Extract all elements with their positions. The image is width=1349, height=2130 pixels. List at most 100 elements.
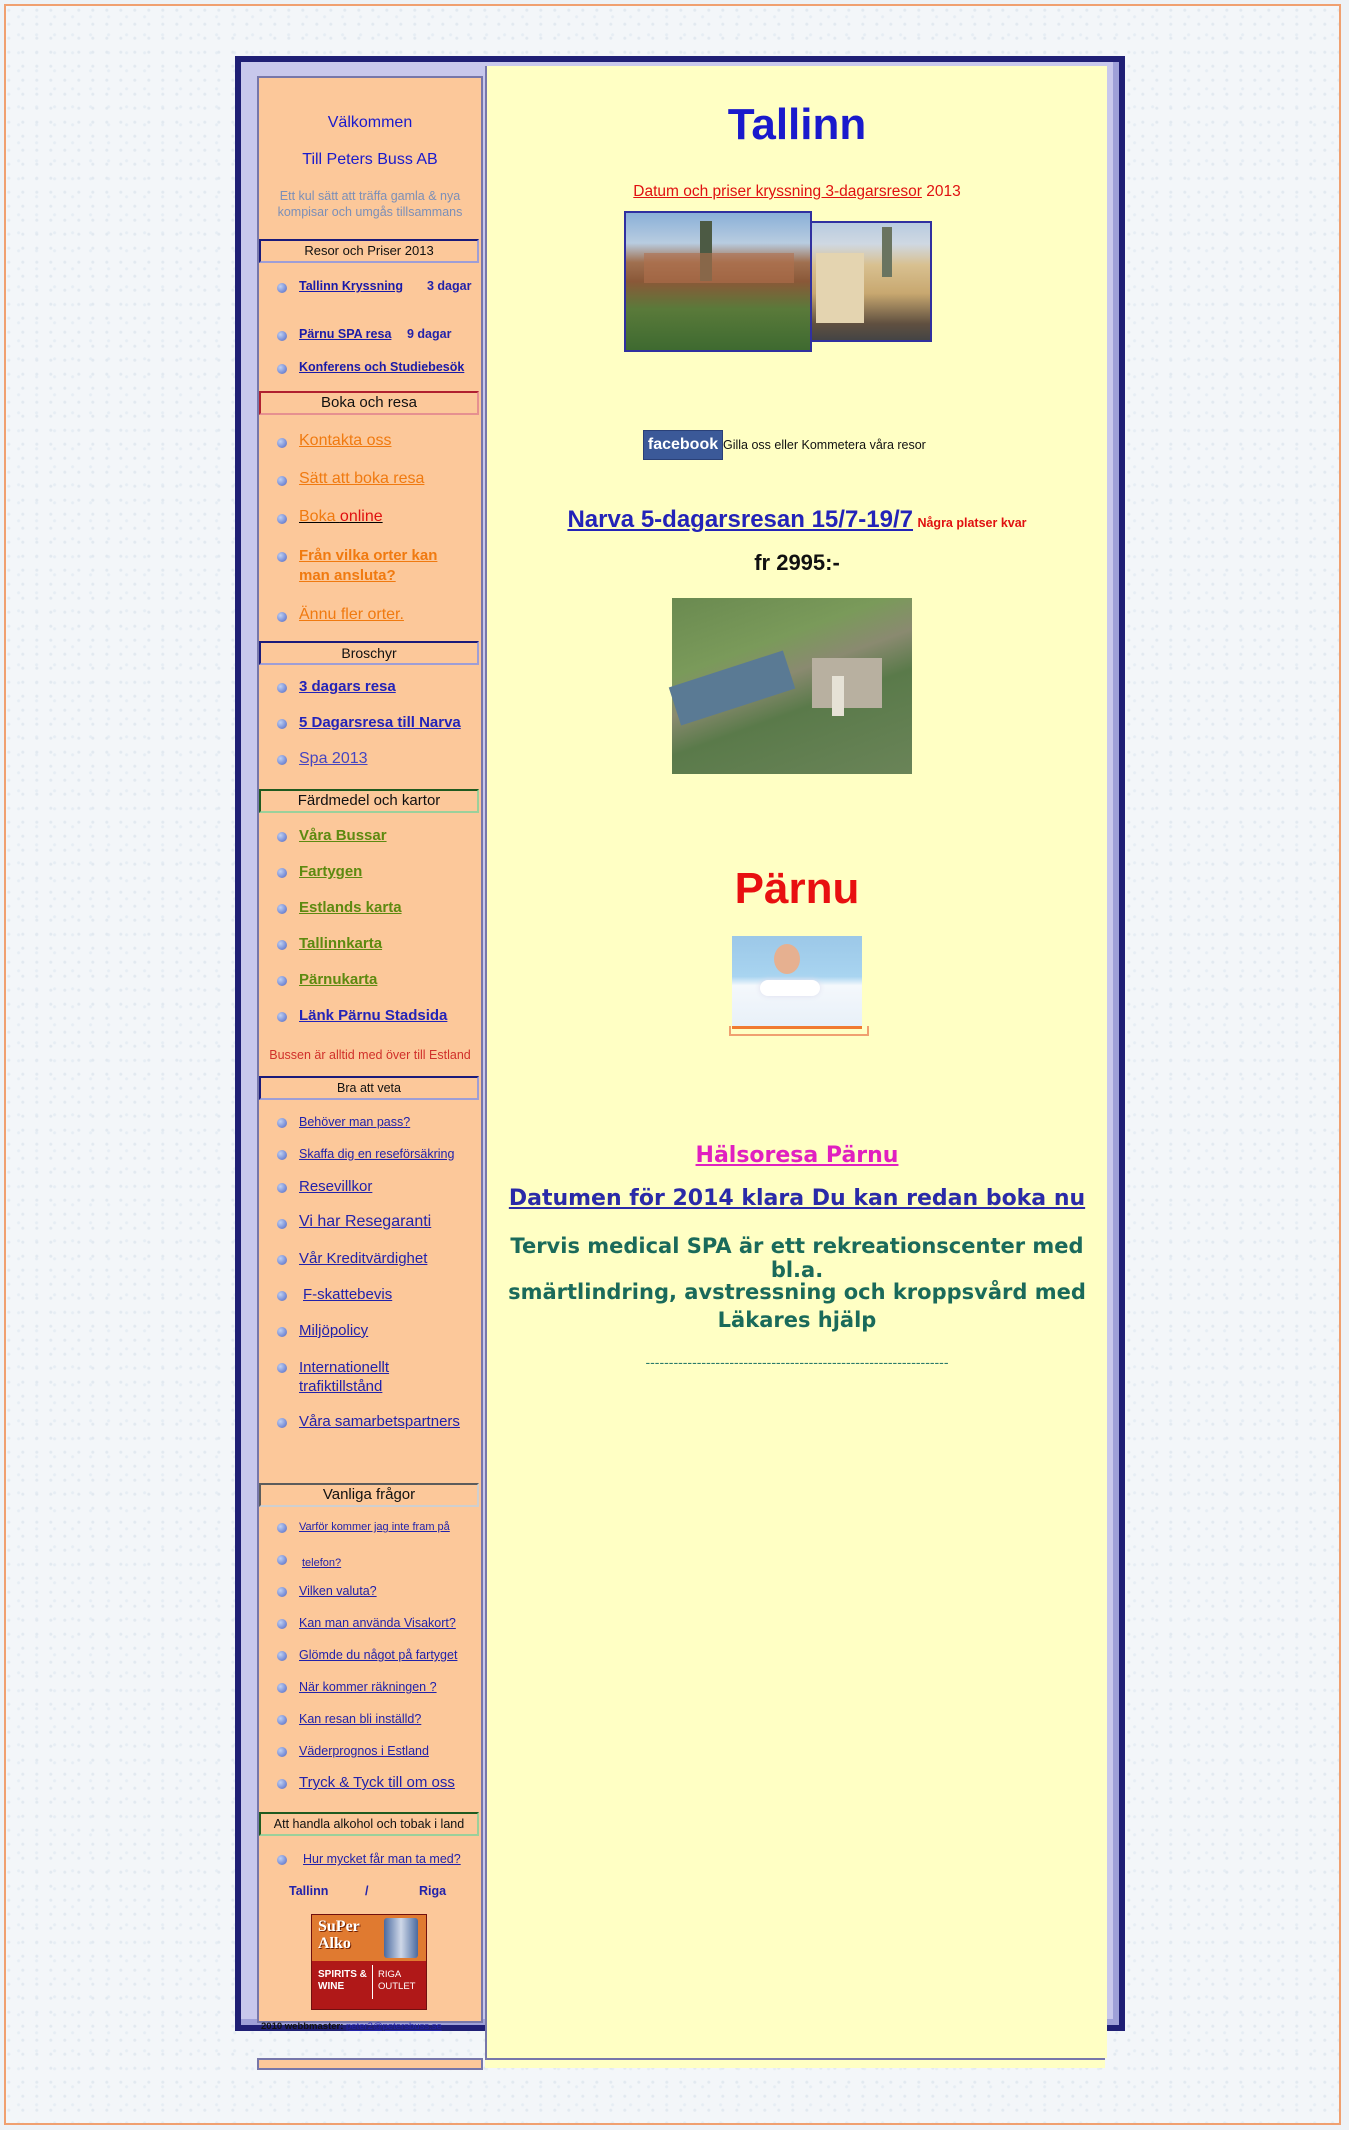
bullet-icon (277, 832, 287, 842)
bullet-icon (277, 1747, 287, 1757)
visakort-link[interactable]: Kan man använda Visakort? (299, 1616, 456, 1630)
section-header-veta: Bra att veta (259, 1076, 479, 1100)
fraga-telefon-link[interactable]: Varför kommer jag inte fram på (299, 1521, 450, 1533)
valuta-link[interactable]: Vilken valuta? (299, 1584, 377, 1598)
subtitle-year: 2013 (926, 183, 961, 200)
parnu-days: 9 dagar (407, 327, 452, 341)
bullet-icon (277, 1118, 287, 1128)
pass-link[interactable]: Behöver man pass? (299, 1115, 410, 1129)
samarbetspartners-link[interactable]: Våra samarbetspartners (299, 1413, 460, 1430)
boka-online-link[interactable]: Boka online (299, 508, 383, 526)
ad-alko: Alko (318, 1935, 351, 1952)
vader-link[interactable]: Väderprognos i Estland (299, 1744, 429, 1758)
forsakring-link[interactable]: Skaffa dig en reseförsäkring (299, 1147, 454, 1161)
bullet-icon (277, 1219, 287, 1229)
resevillkor-link[interactable]: Resevillkor (299, 1178, 372, 1195)
tervis-text: Tervis medical SPA är ett rekreationscen… (510, 1234, 1084, 1282)
resegaranti-link[interactable]: Vi har Resegaranti (299, 1213, 431, 1231)
narva-offer: Narva 5-dagarsresan 15/7-19/7 Några plat… (487, 506, 1107, 534)
parnu-stadsida-link[interactable]: Länk Pärnu Stadsida (299, 1007, 447, 1024)
bullet-icon (277, 612, 287, 622)
tallinn-days: 3 dagar (427, 279, 472, 293)
rooftops-shape (644, 253, 794, 283)
konferens-link[interactable]: Konferens och Studiebesök (299, 360, 464, 374)
person-face-icon (774, 944, 800, 974)
tallinn-photo-2[interactable] (810, 221, 932, 342)
bullet-icon (277, 1523, 287, 1533)
site-container: Välkommen Till Peters Buss AB Ett kul sä… (235, 56, 1125, 2070)
bullet-icon (277, 1619, 287, 1629)
estlands-karta-link[interactable]: Estlands karta (299, 899, 402, 916)
spa-link[interactable]: Spa 2013 (299, 750, 368, 768)
tyck-link[interactable]: Tryck & Tyck till om oss (299, 1774, 455, 1791)
company-name: Till Peters Buss AB (302, 151, 438, 168)
installd-link[interactable]: Kan resan bli inställd? (299, 1712, 421, 1726)
satt-att-boka-link[interactable]: Sätt att boka resa (299, 470, 424, 488)
facebook-button[interactable]: facebook (643, 430, 723, 460)
bullet-icon (277, 1715, 287, 1725)
tallinn-photo-1[interactable] (624, 211, 812, 352)
bullet-icon (277, 1255, 287, 1265)
f-skatt-link[interactable]: F-skattebevis (303, 1286, 392, 1303)
telefon-link[interactable]: telefon? (302, 1557, 341, 1569)
section-header-fardmedel: Färdmedel och kartor (259, 789, 479, 813)
datumen-2014-link[interactable]: Datumen för 2014 klara Du kan redan boka… (487, 1186, 1107, 1211)
bullet-icon (277, 1012, 287, 1022)
bullet-icon (277, 1418, 287, 1428)
ad-spirits: SPIRITS & WINE (318, 1969, 367, 1992)
city-riga: Riga (419, 1884, 447, 1898)
narva-price: fr 2995:- (754, 550, 840, 575)
fler-orter-link[interactable]: Ännu fler orter. (299, 606, 404, 624)
datum-priser-link[interactable]: Datum och priser kryssning 3-dagarsresor (633, 183, 922, 200)
narva-brochure-link[interactable]: 5 Dagarsresa till Narva (299, 714, 461, 731)
bullet-icon (277, 1683, 287, 1693)
halsoresa-link[interactable]: Hälsoresa Pärnu (487, 1143, 1107, 1168)
bullet-icon (277, 364, 287, 374)
kontakta-link[interactable]: Kontakta oss (299, 432, 392, 450)
main-content: Tallinn Datum och priser kryssning 3-dag… (485, 66, 1107, 2058)
tagline: Ett kul sätt att träffa gamla & nya komp… (277, 189, 463, 219)
tallinn-link[interactable]: Tallinn Kryssning (299, 279, 409, 293)
rakningen-link[interactable]: När kommer räkningen ? (299, 1680, 437, 1694)
footer-label: 2010 webbmaster: (261, 2021, 344, 2032)
tallinnkarta-link[interactable]: Tallinnkarta (299, 935, 382, 952)
bullet-icon (277, 683, 287, 693)
narva-link[interactable]: Narva 5-dagarsresan 15/7-19/7 (567, 506, 913, 533)
narva-aerial-photo[interactable] (668, 598, 912, 774)
webmaster-email-link[interactable]: peter2@petersbuss.se (346, 2021, 442, 2032)
bullet-icon (277, 552, 287, 562)
photo-frame-accent (729, 1026, 869, 1036)
bullet-icon (277, 331, 287, 341)
section-header-alkohol: Att handla alkohol och tobak i land (259, 1812, 479, 1836)
bullet-icon (277, 438, 287, 448)
ad-super: SuPer (318, 1918, 360, 1935)
alkohol-link[interactable]: Hur mycket får man ta med? (303, 1852, 461, 1866)
bullet-icon (277, 1779, 287, 1789)
bullet-icon (277, 1291, 287, 1301)
dashed-divider: ----------------------------------------… (645, 1354, 949, 1370)
sidebar-bottom-bar (257, 2058, 483, 2070)
city-tallinn: Tallinn (289, 1884, 329, 1898)
bath-foam-shape (760, 980, 820, 996)
fartygen-link[interactable]: Fartygen (299, 863, 362, 880)
glomde-link[interactable]: Glömde du något på fartyget (299, 1648, 457, 1662)
kreditvardighet-link[interactable]: Vår Kreditvärdighet (299, 1250, 427, 1267)
miljopolicy-link[interactable]: Miljöpolicy (299, 1322, 368, 1339)
bullet-icon (277, 868, 287, 878)
smartlindring-text: smärtlindring, avstressning och kroppsvå… (508, 1280, 1086, 1332)
bullet-icon (277, 1363, 287, 1373)
parnukarta-link[interactable]: Pärnukarta (299, 971, 377, 988)
bullet-icon (277, 940, 287, 950)
orter-link[interactable]: Från vilka orter kan man ansluta? (299, 546, 459, 586)
trafiktillstand-link[interactable]: Internationellt trafiktillstånd (299, 1358, 409, 1396)
3-dagars-link[interactable]: 3 dagars resa (299, 678, 396, 695)
boka-word: Boka (299, 508, 336, 525)
spa-bath-photo[interactable] (732, 936, 862, 1029)
parnu-link[interactable]: Pärnu SPA resa (299, 327, 391, 341)
page-title: Tallinn (727, 100, 867, 149)
online-word: online (339, 508, 383, 525)
super-alko-ad[interactable]: SuPer Alko SPIRITS & WINE RIGA OUTLET (311, 1914, 427, 2010)
castle-shape (812, 658, 882, 708)
river-shape (668, 650, 796, 726)
bussar-link[interactable]: Våra Bussar (299, 827, 387, 844)
